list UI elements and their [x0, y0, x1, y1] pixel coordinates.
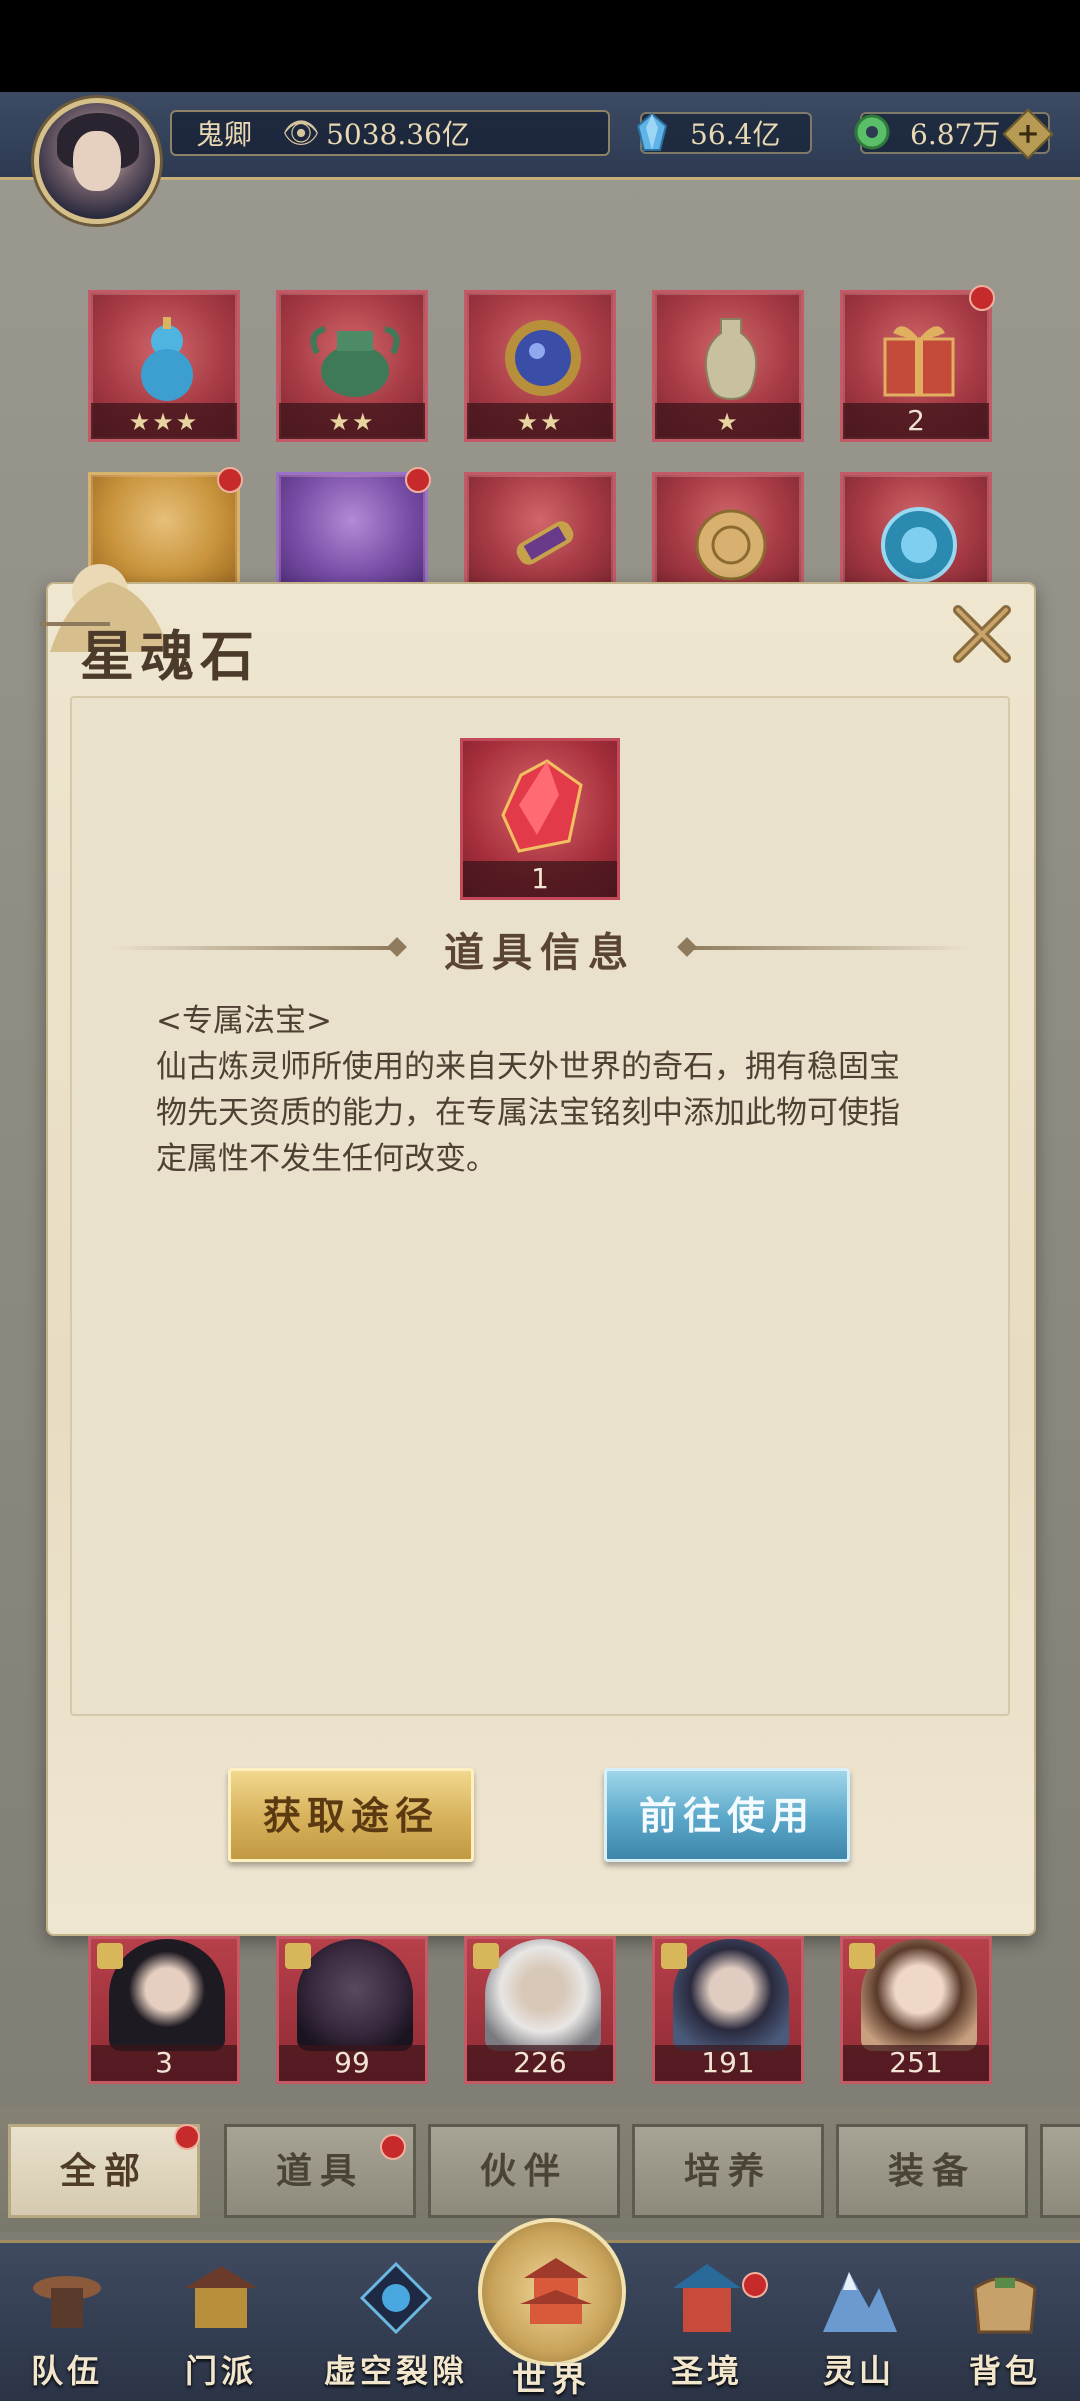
world-pagoda-icon — [520, 2258, 592, 2324]
notification-dot — [969, 285, 995, 311]
status-bar — [0, 0, 1080, 92]
inventory-slot[interactable]: ★★ — [276, 290, 428, 442]
partner-count: 226 — [467, 2045, 613, 2081]
notification-dot — [174, 2124, 200, 2150]
partner-count: 251 — [843, 2045, 989, 2081]
item-count: 2 — [843, 403, 989, 439]
resource-crystal: 56.4亿 — [636, 112, 812, 154]
item-stars: ★★ — [328, 408, 376, 436]
scroll-icon — [516, 521, 574, 565]
resource-jade: 6.87万 + — [854, 108, 1054, 160]
puzzle-icon — [849, 1943, 875, 1969]
cauldron-icon — [310, 326, 400, 397]
notification-dot — [405, 467, 431, 493]
realm-icon — [673, 2264, 741, 2332]
tab-all[interactable]: 全部 — [8, 2124, 200, 2218]
nav-sect[interactable]: 门派 — [146, 2252, 296, 2398]
sect-icon — [185, 2266, 257, 2328]
puzzle-icon — [97, 1943, 123, 1969]
inventory-slot[interactable]: 2 — [840, 285, 995, 442]
inventory-slot[interactable] — [464, 472, 616, 592]
close-icon[interactable] — [946, 598, 1018, 670]
giftbox-icon — [883, 326, 955, 397]
nav-realm[interactable]: 圣境 — [632, 2252, 782, 2398]
obtain-route-button[interactable]: 获取途径 — [228, 1768, 474, 1862]
add-jade-button[interactable]: + — [1002, 108, 1054, 160]
player-info: 鬼卿 👁 5038.36亿 — [170, 110, 610, 156]
partner-slot[interactable]: 191 — [652, 1936, 804, 2084]
jade-icon — [854, 114, 890, 150]
vase-icon — [705, 318, 757, 401]
mountain-icon — [823, 2272, 897, 2332]
team-icon — [33, 2276, 101, 2328]
nav-bag[interactable]: 背包 — [930, 2252, 1080, 2398]
nav-world[interactable]: 世界 — [478, 2218, 626, 2400]
inventory-slot[interactable] — [652, 472, 804, 592]
partner-slot[interactable]: 99 — [276, 1936, 428, 2084]
partner-count: 191 — [655, 2045, 801, 2081]
inventory-slot[interactable]: ★★ — [464, 290, 616, 442]
tab-more[interactable] — [1040, 2124, 1080, 2218]
notification-dot — [380, 2134, 406, 2160]
inventory-slot[interactable] — [840, 472, 992, 592]
partner-slot[interactable]: 251 — [840, 1936, 992, 2084]
nav-spirit-mountain[interactable]: 灵山 — [784, 2252, 934, 2398]
tab-equipment[interactable]: 装备 — [836, 2124, 1028, 2218]
inventory-slot[interactable]: ★★★ — [88, 290, 240, 442]
partner-slot[interactable]: 226 — [464, 1936, 616, 2084]
resource-crystal-value: 56.4亿 — [690, 118, 781, 151]
item-tag: <专属法宝> — [156, 1003, 332, 1039]
nav-void-rift[interactable]: 虚空裂隙 — [296, 2252, 496, 2398]
player-avatar[interactable] — [34, 98, 160, 224]
tab-partners[interactable]: 伙伴 — [428, 2124, 620, 2218]
item-description-block: <专属法宝> 仙古炼灵师所使用的来自天外世界的奇石，拥有稳固宝物先天资质的能力，… — [156, 998, 916, 1182]
item-stars: ★ — [716, 408, 740, 436]
rift-icon — [359, 2261, 433, 2335]
partner-count: 3 — [91, 2045, 237, 2081]
nav-team[interactable]: 队伍 — [0, 2252, 142, 2398]
go-use-button[interactable]: 前往使用 — [604, 1768, 850, 1862]
notification-dot — [742, 2272, 768, 2298]
mirror-icon — [505, 320, 581, 396]
puzzle-icon — [473, 1943, 499, 1969]
gourd-icon — [141, 317, 193, 401]
item-stars: ★★ — [516, 408, 564, 436]
item-description: 仙古炼灵师所使用的来自天外世界的奇石，拥有稳固宝物先天资质的能力，在专属法宝铭刻… — [156, 1049, 900, 1177]
puzzle-icon — [285, 1943, 311, 1969]
dialog-title: 星魂石 — [80, 624, 260, 688]
item-preview: 1 — [460, 738, 620, 900]
bag-icon — [973, 2276, 1037, 2334]
partner-count: 99 — [279, 2045, 425, 2081]
player-name: 鬼卿 — [196, 118, 253, 151]
resource-jade-value: 6.87万 — [910, 118, 1001, 151]
puzzle-icon — [661, 1943, 687, 1969]
inventory-slot[interactable]: ★ — [652, 290, 804, 442]
item-stars: ★★★ — [128, 408, 200, 436]
player-power: 5038.36亿 — [326, 118, 470, 151]
partner-slot[interactable]: 3 — [88, 1936, 240, 2084]
orb-icon — [881, 507, 957, 583]
item-preview-count: 1 — [463, 861, 617, 897]
inventory-slot[interactable] — [276, 467, 431, 592]
crystal-icon — [636, 112, 668, 151]
star-soul-stone-icon — [501, 759, 583, 853]
notification-dot — [217, 467, 243, 493]
amulet-icon — [695, 509, 767, 581]
power-icon: 👁 — [282, 115, 321, 151]
divider-right — [682, 946, 970, 950]
tab-cultivate[interactable]: 培养 — [632, 2124, 824, 2218]
